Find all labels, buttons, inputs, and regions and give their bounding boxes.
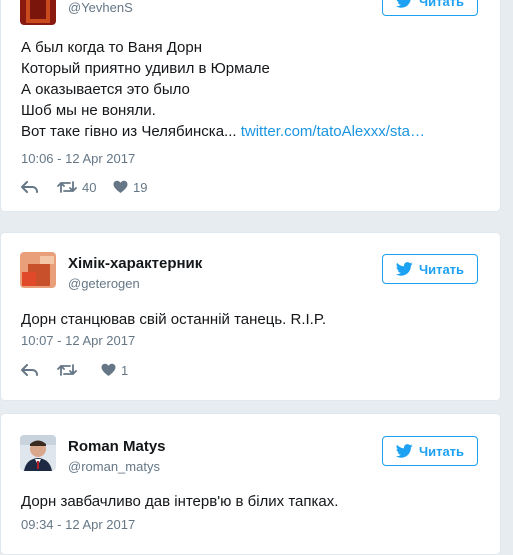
tweet-card: Roman Matys @roman_matys Читать Дорн зав… (0, 413, 501, 555)
like-count: 19 (133, 179, 148, 195)
retweet-icon (57, 181, 77, 193)
heart-icon (101, 363, 116, 376)
tweet-text-line: Который приятно удивил в Юрмале (21, 60, 270, 77)
follow-button[interactable]: Читать (382, 436, 478, 466)
tweet-text-line: Дорн завбачливо дав інтерв'ю в білих тап… (21, 493, 339, 510)
author-name[interactable]: Хімік-характерник (68, 255, 202, 273)
avatar[interactable] (20, 0, 56, 25)
retweet-button[interactable] (57, 363, 101, 377)
tweet-actions: 1 (21, 360, 128, 380)
author-name[interactable]: Roman Matys (68, 438, 166, 456)
like-button[interactable]: 19 (113, 180, 147, 195)
retweet-icon (57, 364, 77, 376)
avatar[interactable] (20, 252, 56, 288)
follow-label: Читать (418, 443, 465, 459)
follow-button[interactable]: Читать (382, 254, 478, 284)
tweet-actions: 40 19 (21, 177, 147, 197)
reply-icon (21, 180, 38, 193)
heart-icon (113, 180, 128, 193)
tweet-text-line: А оказывается это было (21, 81, 190, 98)
follow-label: Читать (418, 261, 465, 277)
author-handle[interactable]: @geterogen (68, 275, 202, 292)
twitter-bird-icon (395, 444, 413, 458)
tweet-card: Хімік-характерник @geterogen Читать Дорн… (0, 232, 501, 401)
tweet-timestamp[interactable]: 09:34 - 12 Apr 2017 (21, 517, 135, 533)
tweet-text-line: Шоб мы не воняли. (21, 102, 156, 119)
like-button[interactable]: 1 (101, 363, 128, 378)
reply-icon (21, 363, 38, 376)
like-count: 1 (121, 362, 129, 378)
tweet-link[interactable]: twitter.com/tatoAlexxx/sta… (241, 123, 425, 140)
tweet-text-line: А был когда то Ваня Дорн (21, 39, 203, 56)
tweet-timestamp[interactable]: 10:06 - 12 Apr 2017 (21, 151, 135, 167)
tweet-card: @YevhenS Читать А был когда то Ваня Дорн… (0, 0, 501, 212)
tweet-text: Дорн станцював свій останній танець. R.I… (21, 309, 480, 330)
avatar[interactable] (20, 435, 56, 471)
tweet-timestamp[interactable]: 10:07 - 12 Apr 2017 (21, 333, 135, 349)
retweet-count: 40 (82, 179, 97, 195)
reply-button[interactable] (21, 180, 57, 194)
author-handle[interactable]: @YevhenS (68, 0, 133, 16)
tweet-text-line: Вот таке гівно из Челябинска... (21, 123, 241, 140)
follow-label: Читать (418, 0, 465, 9)
tweet-text-line: Дорн станцював свій останній танець. R.I… (21, 311, 327, 328)
retweet-button[interactable]: 40 (57, 180, 113, 195)
twitter-bird-icon (395, 262, 413, 276)
follow-button[interactable]: Читать (382, 0, 478, 16)
author-handle[interactable]: @roman_matys (68, 458, 166, 475)
twitter-bird-icon (395, 0, 411, 8)
tweet-text: А был когда то Ваня Дорн Который приятно… (21, 37, 480, 142)
tweet-text: Дорн завбачливо дав інтерв'ю в білих тап… (21, 491, 480, 512)
reply-button[interactable] (21, 363, 57, 377)
